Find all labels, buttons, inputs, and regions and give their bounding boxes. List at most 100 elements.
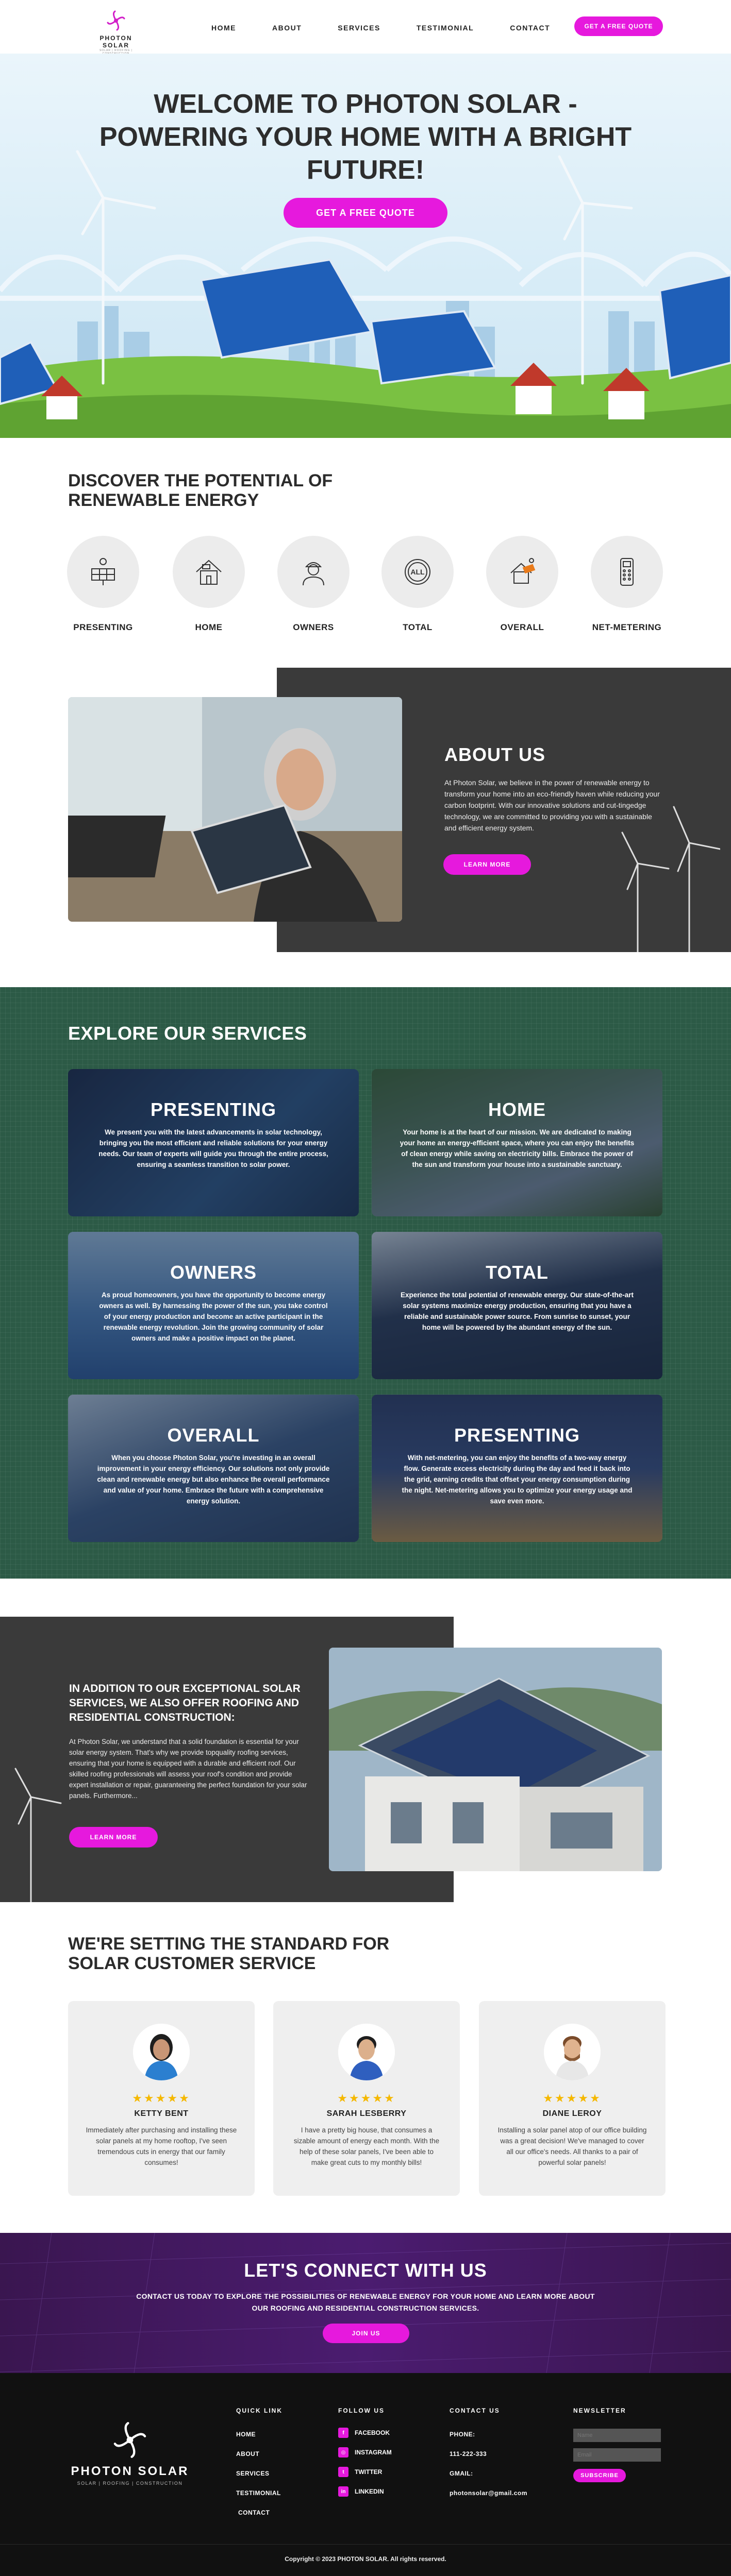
testimonial-quote: I have a pretty big house, that consumes…: [293, 2126, 440, 2166]
logo[interactable]: PHOTON SOLAR SOLAR | ROOFING | CONSTRUCT…: [88, 9, 144, 55]
service-card-title: OVERALL: [167, 1425, 260, 1446]
linkedin-icon: in: [338, 2486, 348, 2497]
star-rating: ★★★★★: [132, 2092, 191, 2105]
service-card-title: TOTAL: [486, 1262, 549, 1283]
logo-icon: [113, 2422, 146, 2458]
nav-home[interactable]: HOME: [211, 24, 236, 32]
service-card-text: As proud homeowners, you have the opport…: [99, 1291, 328, 1342]
facebook-icon: f: [338, 2428, 348, 2438]
nav-about[interactable]: ABOUT: [272, 24, 302, 32]
social-facebook[interactable]: f FACEBOOK: [338, 2428, 390, 2438]
footer-logo[interactable]: PHOTON SOLAR SOLAR | ROOFING | CONSTRUCT…: [68, 2419, 192, 2486]
star-rating: ★★★★★: [543, 2092, 602, 2105]
contact-heading: CONTACT US: [450, 2407, 500, 2414]
phone-label: PHONE:: [450, 2431, 475, 2438]
connect-text: CONTACT US TODAY TO EXPLORE THE POSSIBIL…: [136, 2292, 595, 2312]
discover-label: NET-METERING: [592, 622, 662, 632]
roofing-learn-more-button[interactable]: LEARN MORE: [69, 1827, 158, 1848]
hero-quote-button[interactable]: GET A FREE QUOTE: [284, 198, 447, 228]
email-value[interactable]: photonsolar@gmail.com: [450, 2489, 527, 2497]
roofing-text: At Photon Solar, we understand that a so…: [69, 1738, 307, 1800]
service-card-title: OWNERS: [170, 1262, 257, 1283]
discover-title: DISCOVER THE POTENTIAL OF RENEWABLE ENER…: [68, 471, 333, 510]
nav-services[interactable]: SERVICES: [338, 24, 380, 32]
footer-link-services[interactable]: SERVICES: [236, 2470, 269, 2477]
hero-title: WELCOME TO PHOTON SOLAR - POWERING YOUR …: [99, 89, 632, 185]
phone-value[interactable]: 111-222-333: [450, 2450, 487, 2458]
copyright-text: Copyright © 2023 PHOTON SOLAR. All right…: [285, 2555, 446, 2563]
newsletter-name-field[interactable]: [573, 2429, 661, 2442]
avatar: [338, 2024, 395, 2080]
service-card-text: With net-metering, you can enjoy the ben…: [402, 1454, 633, 1505]
main-nav: HOME ABOUT SERVICES TESTIMONIAL CONTACT: [211, 24, 586, 32]
about-learn-more-button[interactable]: LEARN MORE: [443, 854, 531, 875]
footer-logo-tagline: SOLAR | ROOFING | CONSTRUCTION: [77, 2481, 183, 2486]
join-us-button[interactable]: JOIN US: [323, 2324, 409, 2343]
testimonial-quote: Immediately after purchasing and install…: [86, 2126, 237, 2166]
about-text: At Photon Solar, we believe in the power…: [444, 778, 660, 832]
roofing-title: IN ADDITION TO OUR EXCEPTIONAL SOLAR SER…: [69, 1683, 301, 1723]
service-card-text: We present you with the latest advanceme…: [98, 1128, 328, 1168]
testimonial-card: ★★★★★ DIANE LEROY Installing a solar pan…: [479, 2001, 666, 2196]
footer-divider: [0, 2544, 731, 2545]
owner-icon: [277, 536, 350, 608]
footer-logo-text: PHOTON SOLAR: [71, 2464, 189, 2478]
footer-link-home[interactable]: HOME: [236, 2431, 256, 2438]
footer-link-about[interactable]: ABOUT: [236, 2450, 259, 2458]
star-rating: ★★★★★: [337, 2092, 396, 2105]
testimonial-name: KETTY BENT: [134, 2109, 189, 2118]
social-instagram[interactable]: ◎ INSTAGRAM: [338, 2447, 392, 2458]
discover-item-net-metering[interactable]: NET-METERING: [588, 536, 666, 633]
discover-item-overall[interactable]: OVERALL: [484, 536, 561, 633]
newsletter-heading: NEWSLETTER: [573, 2407, 626, 2414]
discover-item-total[interactable]: ALL TOTAL: [379, 536, 456, 633]
discover-item-presenting[interactable]: PRESENTING: [64, 536, 142, 633]
service-card-overall[interactable]: OVERALL When you choose Photon Solar, yo…: [68, 1395, 359, 1542]
social-linkedin[interactable]: in LINKEDIN: [338, 2486, 384, 2497]
follow-heading: FOLLOW US: [338, 2407, 385, 2414]
roofing-image: [329, 1648, 662, 1871]
svg-text:ALL: ALL: [410, 568, 425, 576]
nav-contact[interactable]: CONTACT: [510, 24, 550, 32]
about-image: [68, 697, 402, 922]
meter-icon: [591, 536, 663, 608]
site-header: PHOTON SOLAR SOLAR | ROOFING | CONSTRUCT…: [0, 0, 731, 55]
discover-label: OVERALL: [500, 622, 544, 632]
social-twitter[interactable]: t TWITTER: [338, 2467, 382, 2477]
wind-turbine-icon: [14, 1768, 62, 1902]
testimonial-name: DIANE LEROY: [542, 2109, 602, 2118]
service-card-net-metering[interactable]: PRESENTING With net-metering, you can en…: [372, 1395, 662, 1542]
discover-label: PRESENTING: [73, 622, 133, 632]
services-title: EXPLORE OUR SERVICES: [68, 1023, 307, 1044]
service-card-title: PRESENTING: [150, 1099, 277, 1120]
email-label: GMAIL:: [450, 2470, 473, 2477]
testimonials-title: WE'RE SETTING THE STANDARD FOR SOLAR CUS…: [68, 1934, 390, 1973]
service-card-title: HOME: [488, 1099, 546, 1120]
newsletter-email-field[interactable]: [573, 2448, 661, 2462]
service-card-text: Experience the total potential of renewa…: [400, 1291, 634, 1331]
solar-house-icon: [486, 536, 558, 608]
service-card-home[interactable]: HOME Your home is at the heart of our mi…: [372, 1069, 662, 1216]
footer-link-contact[interactable]: CONTACT: [238, 2509, 270, 2516]
discover-label: TOTAL: [403, 622, 433, 632]
discover-label: OWNERS: [293, 622, 334, 632]
testimonial-card: ★★★★★ KETTY BENT Immediately after purch…: [68, 2001, 255, 2196]
testimonial-quote: Installing a solar panel atop of our off…: [497, 2126, 647, 2166]
service-card-total[interactable]: TOTAL Experience the total potential of …: [372, 1232, 662, 1379]
service-card-title: PRESENTING: [454, 1425, 580, 1446]
discover-item-home[interactable]: HOME: [170, 536, 247, 633]
testimonial-card: ★★★★★ SARAH LESBERRY I have a pretty big…: [273, 2001, 460, 2196]
subscribe-button[interactable]: SUBSCRIBE: [573, 2469, 626, 2482]
social-label: TWITTER: [355, 2468, 383, 2476]
service-card-text: When you choose Photon Solar, you're inv…: [97, 1454, 330, 1505]
service-card-presenting[interactable]: PRESENTING We present you with the lates…: [68, 1069, 359, 1216]
service-card-text: Your home is at the heart of our mission…: [400, 1128, 635, 1168]
solar-panel-icon: [67, 536, 139, 608]
footer-link-testimonial[interactable]: TESTIMONIAL: [236, 2489, 281, 2497]
nav-testimonial[interactable]: TESTIMONIAL: [417, 24, 474, 32]
house-icon: [173, 536, 245, 608]
avatar: [544, 2024, 601, 2080]
discover-item-owners[interactable]: OWNERS: [275, 536, 352, 633]
header-quote-button[interactable]: GET A FREE QUOTE: [574, 16, 663, 36]
service-card-owners[interactable]: OWNERS As proud homeowners, you have the…: [68, 1232, 359, 1379]
